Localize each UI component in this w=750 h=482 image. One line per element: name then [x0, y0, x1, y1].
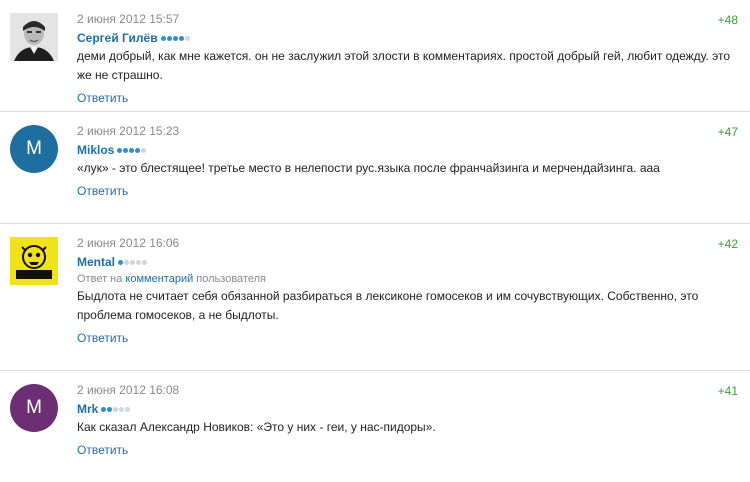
comment-date: 2 июня 2012 15:57 [77, 12, 180, 26]
comment-date: 2 июня 2012 15:23 [77, 124, 180, 138]
rating-dot-empty [142, 260, 148, 265]
rating-dot-filled [123, 148, 129, 153]
rating-dot-empty [113, 407, 119, 412]
comment-score: +42 [717, 237, 738, 251]
comment-date: 2 июня 2012 16:06 [77, 236, 180, 250]
rating-dot-filled [166, 36, 172, 41]
parent-comment-link[interactable]: комментарий [125, 273, 193, 285]
rating-dot-filled [117, 148, 123, 153]
author-link[interactable]: Сергей Гилёв [77, 31, 158, 45]
rating-dot-empty [130, 260, 136, 265]
comment: 2 июня 2012 15:57 Сергей Гилёв деми добр… [0, 0, 750, 111]
rating-dot-filled [178, 36, 184, 41]
rating-dots [117, 141, 147, 157]
comment-date: 2 июня 2012 16:08 [77, 383, 180, 397]
reply-note-suffix: пользователя [196, 273, 266, 285]
comment-score: +41 [717, 384, 738, 398]
rating-dot-filled [118, 260, 124, 265]
comment-text: деми добрый, как мне кажется. он не засл… [77, 49, 731, 82]
author-link[interactable]: Mental [77, 255, 115, 269]
rating-dots [118, 253, 148, 269]
rating-dot-empty [184, 36, 190, 41]
avatar[interactable]: M [10, 384, 58, 432]
author-link[interactable]: Mrk [77, 402, 98, 416]
brainiac-logo-icon [10, 237, 58, 285]
user-photo-icon [10, 13, 58, 61]
comment-score: +47 [717, 125, 738, 139]
rating-dots [101, 400, 131, 416]
comment-text: Как сказал Александр Новиков: «Это у них… [77, 420, 436, 434]
comment-score: +48 [717, 13, 738, 27]
comment: 2 июня 2012 16:06 Mental Ответ на коммен… [0, 223, 750, 370]
comment-text: Быдлота не считает себя обязанной разбир… [77, 289, 699, 322]
reply-note: Ответ на комментарий пользователя [77, 272, 738, 286]
rating-dot-empty [124, 260, 130, 265]
reply-link[interactable]: Ответить [77, 183, 128, 199]
avatar[interactable] [10, 13, 58, 61]
avatar[interactable]: M [10, 125, 58, 173]
rating-dots [160, 29, 191, 45]
rating-dot-filled [160, 36, 166, 41]
comment-text: «лук» - это блестящее! третье место в не… [77, 161, 660, 175]
avatar-letter: M [26, 397, 42, 418]
comments-list: 2 июня 2012 15:57 Сергей Гилёв деми добр… [0, 0, 750, 482]
rating-dot-empty [119, 407, 125, 412]
reply-link[interactable]: Ответить [77, 330, 128, 346]
comment: M 2 июня 2012 15:23 Miklos «лук» - это б… [0, 111, 750, 223]
rating-dot-filled [172, 36, 178, 41]
rating-dot-filled [101, 407, 107, 412]
rating-dot-empty [136, 260, 142, 265]
reply-link[interactable]: Ответить [77, 90, 128, 106]
reply-note-prefix: Ответ на [77, 273, 123, 285]
rating-dot-filled [135, 148, 141, 153]
reply-link[interactable]: Ответить [77, 442, 128, 458]
rating-dot-empty [141, 148, 147, 153]
rating-dot-filled [107, 407, 113, 412]
rating-dot-empty [125, 407, 131, 412]
author-link[interactable]: Miklos [77, 143, 114, 157]
avatar[interactable] [10, 237, 58, 285]
rating-dot-filled [129, 148, 135, 153]
comment: M 2 июня 2012 16:08 Mrk Как сказал Алекс… [0, 370, 750, 482]
avatar-letter: M [26, 138, 42, 159]
